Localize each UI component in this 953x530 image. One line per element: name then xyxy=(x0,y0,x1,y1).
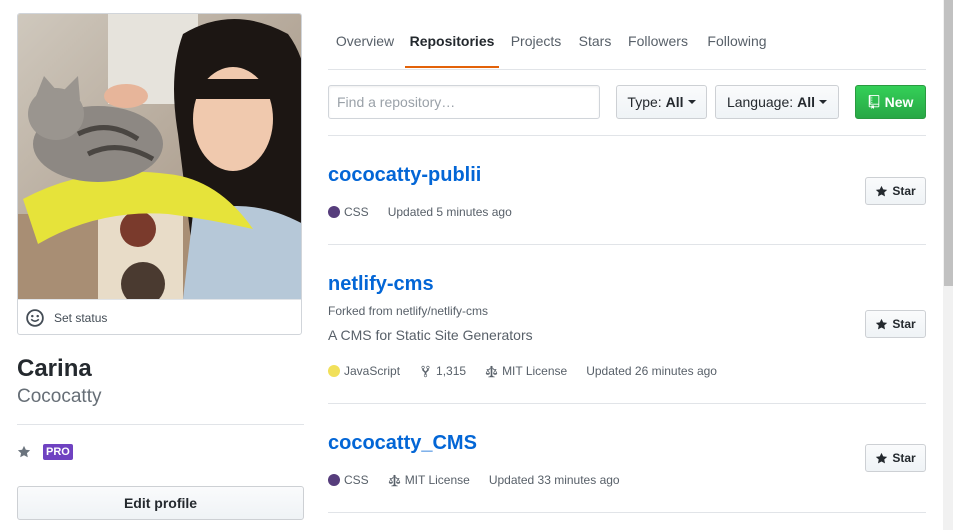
license-name: MIT License xyxy=(502,364,568,378)
star-label: Star xyxy=(892,317,916,331)
repo-meta: CSS MIT License Updated 33 minutes ago xyxy=(328,473,620,487)
type-filter-dropdown[interactable]: Type: All xyxy=(616,85,707,119)
profile-name: Carina xyxy=(17,355,92,382)
tab-overview[interactable]: Overview xyxy=(328,0,402,68)
avatar[interactable] xyxy=(18,14,301,299)
repo-updated: Updated 33 minutes ago xyxy=(488,473,620,487)
repo-license: MIT License xyxy=(485,364,567,378)
tab-repositories[interactable]: Repositories xyxy=(405,0,499,68)
repo-icon xyxy=(868,95,879,109)
tab-following[interactable]: Following xyxy=(704,0,770,68)
scrollbar-thumb[interactable] xyxy=(944,0,953,286)
divider xyxy=(328,244,926,245)
repo-forks[interactable]: 1,315 xyxy=(419,364,466,378)
star-label: Star xyxy=(892,184,916,198)
new-repo-button[interactable]: New xyxy=(855,85,926,119)
pro-badge: PRO xyxy=(43,444,73,460)
avatar-card: Set status xyxy=(17,13,302,335)
repo-meta: CSS Updated 5 minutes ago xyxy=(328,205,512,219)
star-button[interactable]: Star xyxy=(865,444,926,472)
repo-language: JavaScript xyxy=(328,364,400,378)
language-filter-dropdown[interactable]: Language: All xyxy=(715,85,839,119)
divider xyxy=(328,512,926,513)
language-color-dot xyxy=(328,474,340,486)
language-color-dot xyxy=(328,206,340,218)
language-name: JavaScript xyxy=(344,364,401,378)
star-button[interactable]: Star xyxy=(865,177,926,205)
star-label: Star xyxy=(892,451,916,465)
new-button-label: New xyxy=(884,94,914,110)
star-icon xyxy=(17,445,31,458)
smiley-icon xyxy=(26,308,44,327)
repo-language: CSS xyxy=(328,205,369,219)
repo-forked-from: Forked from netlify/netlify-cms xyxy=(328,304,489,318)
caret-down-icon xyxy=(819,100,828,104)
repo-link[interactable]: cococatty_CMS xyxy=(328,432,477,455)
repo-description: A CMS for Static Site Generators xyxy=(328,327,533,343)
tab-projects[interactable]: Projects xyxy=(506,0,566,68)
set-status-label: Set status xyxy=(54,310,108,325)
type-filter-label: Type: xyxy=(627,94,662,110)
divider xyxy=(328,403,926,404)
language-name: CSS xyxy=(344,473,369,487)
tab-followers[interactable]: Followers xyxy=(625,0,691,68)
type-filter-value: All xyxy=(665,94,684,110)
profile-tabs: Overview Repositories Projects Stars Fol… xyxy=(328,0,926,70)
language-name: CSS xyxy=(344,205,369,219)
edit-profile-button[interactable]: Edit profile xyxy=(17,486,304,520)
language-filter-value: All xyxy=(797,94,816,110)
repo-updated: Updated 26 minutes ago xyxy=(586,364,717,378)
repo-meta: JavaScript 1,315 MIT License Updated 26 … xyxy=(328,364,717,378)
caret-down-icon xyxy=(687,100,696,104)
repo-updated: Updated 5 minutes ago xyxy=(387,205,512,219)
star-icon xyxy=(876,452,888,463)
star-icon xyxy=(876,318,888,329)
repo-link[interactable]: netlify-cms xyxy=(328,273,434,296)
star-button[interactable]: Star xyxy=(865,310,926,338)
repo-language: CSS xyxy=(328,473,369,487)
language-filter-label: Language: xyxy=(726,94,794,110)
fork-count: 1,315 xyxy=(436,364,467,378)
profile-login: Cococatty xyxy=(17,386,102,407)
set-status-button[interactable]: Set status xyxy=(18,299,301,334)
star-icon xyxy=(876,185,888,196)
tab-stars[interactable]: Stars xyxy=(575,0,615,68)
language-color-dot xyxy=(328,365,340,377)
law-icon xyxy=(388,474,400,486)
fork-icon xyxy=(421,365,430,377)
repo-search-input[interactable] xyxy=(328,85,600,119)
license-name: MIT License xyxy=(404,473,470,487)
divider xyxy=(328,135,926,136)
repo-license: MIT License xyxy=(388,473,470,487)
repo-link[interactable]: cococatty-publii xyxy=(328,164,481,187)
law-icon xyxy=(485,365,498,377)
divider xyxy=(17,424,304,425)
